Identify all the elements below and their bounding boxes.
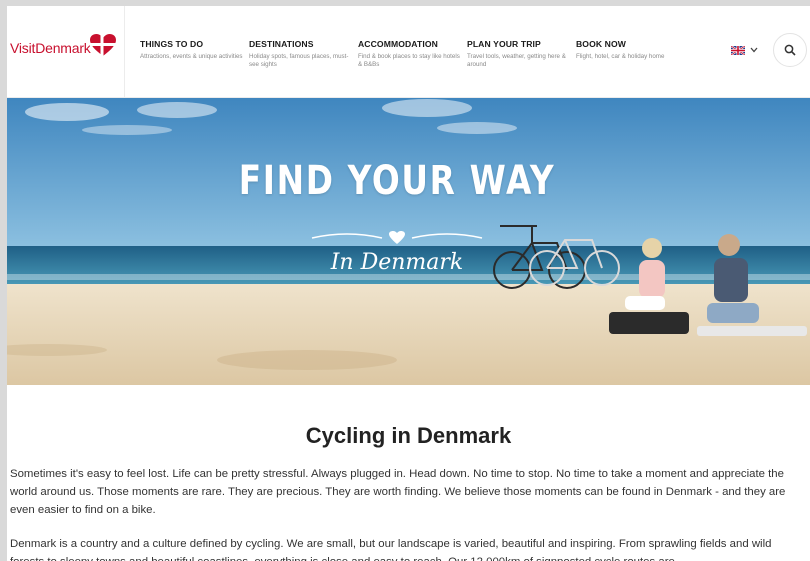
hero-title: FIND YOUR WAY [238, 158, 556, 204]
uk-flag-icon [731, 45, 745, 55]
nav-title: PLAN YOUR TRIP [467, 39, 541, 49]
hero-banner: FIND YOUR WAY In Denmark [7, 98, 810, 385]
heart-logo-icon [90, 34, 116, 56]
nav-title: BOOK NOW [576, 39, 626, 49]
browser-page: VisitDenmark THINGS TO DO Attractions, e… [7, 6, 810, 561]
nav-things-to-do[interactable]: THINGS TO DO Attractions, events & uniqu… [140, 39, 245, 61]
nav-subtitle: Holiday spots, famous places, must-see s… [249, 53, 349, 69]
nav-subtitle: Flight, hotel, car & holiday home [576, 53, 665, 60]
logo[interactable]: VisitDenmark [7, 6, 125, 98]
intro-paragraph: Sometimes it's easy to feel lost. Life c… [10, 468, 786, 516]
nav-title: THINGS TO DO [140, 39, 204, 49]
article: Cycling in Denmark Sometimes it's easy t… [7, 385, 810, 561]
nav-title: ACCOMMODATION [358, 39, 438, 49]
language-selector[interactable] [731, 43, 767, 57]
hero-image [7, 98, 810, 385]
chevron-down-icon [750, 47, 758, 53]
nav-subtitle: Find & book places to stay like hotels &… [358, 53, 460, 69]
search-icon [784, 44, 796, 56]
nav-plan-your-trip[interactable]: PLAN YOUR TRIP Travel tools, weather, ge… [467, 39, 572, 70]
search-button[interactable] [773, 33, 807, 67]
nav-destinations[interactable]: DESTINATIONS Holiday spots, famous place… [249, 39, 354, 70]
body-paragraph: Denmark is a country and a culture defin… [10, 538, 772, 561]
nav-title: DESTINATIONS [249, 39, 314, 49]
hero-subtitle: In Denmark [330, 250, 464, 275]
logo-text: VisitDenmark [10, 40, 91, 56]
site-header: VisitDenmark THINGS TO DO Attractions, e… [7, 6, 810, 98]
nav-book-now[interactable]: BOOK NOW Flight, hotel, car & holiday ho… [576, 39, 681, 61]
page-title: Cycling in Denmark [305, 423, 512, 448]
nav-subtitle: Travel tools, weather, getting here & ar… [467, 53, 566, 69]
nav-subtitle: Attractions, events & unique activities [140, 53, 243, 60]
nav-accommodation[interactable]: ACCOMMODATION Find & book places to stay… [358, 39, 463, 70]
